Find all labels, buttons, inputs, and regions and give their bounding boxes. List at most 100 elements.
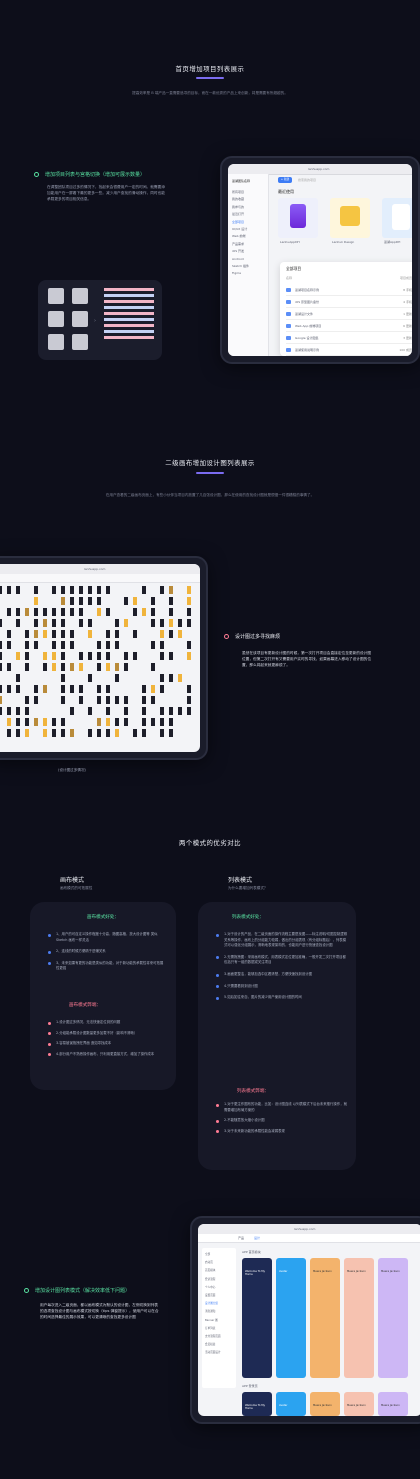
design-thumbnail[interactable]: [169, 597, 173, 605]
design-thumbnail[interactable]: [169, 707, 173, 715]
design-thumbnail[interactable]: [52, 729, 56, 737]
design-thumbnail[interactable]: [7, 707, 11, 715]
design-thumbnail[interactable]: [97, 597, 101, 605]
design-thumbnail[interactable]: [52, 630, 56, 638]
design-thumbnail[interactable]: [115, 630, 119, 638]
design-thumbnail[interactable]: [178, 674, 182, 682]
design-thumbnail[interactable]: [25, 696, 29, 704]
design-thumbnail[interactable]: [52, 718, 56, 726]
design-thumbnail[interactable]: [187, 619, 191, 627]
design-thumbnail[interactable]: [70, 608, 74, 616]
design-card[interactable]: Meera Jackson: [378, 1258, 408, 1378]
design-thumbnail[interactable]: [142, 718, 146, 726]
design-thumbnail[interactable]: [160, 641, 164, 649]
design-thumbnail[interactable]: [142, 729, 146, 737]
design-thumbnail[interactable]: [97, 718, 101, 726]
design-thumbnail[interactable]: [34, 608, 38, 616]
design-thumbnail[interactable]: [25, 641, 29, 649]
design-thumbnail[interactable]: [115, 641, 119, 649]
group-item[interactable]: 活动页面设计: [205, 1350, 221, 1354]
design-thumbnail[interactable]: [106, 685, 110, 693]
design-thumbnail[interactable]: [61, 718, 65, 726]
design-thumbnail[interactable]: [0, 641, 2, 649]
design-thumbnail[interactable]: [142, 586, 146, 594]
design-thumbnail[interactable]: [97, 696, 101, 704]
design-thumbnail[interactable]: [79, 652, 83, 660]
design-thumbnail[interactable]: [79, 597, 83, 605]
design-thumbnail[interactable]: [151, 718, 155, 726]
design-thumbnail[interactable]: [61, 630, 65, 638]
design-thumbnail[interactable]: [70, 707, 74, 715]
design-thumbnail[interactable]: [97, 729, 101, 737]
design-thumbnail[interactable]: [16, 586, 20, 594]
design-thumbnail[interactable]: [115, 619, 119, 627]
design-thumbnail[interactable]: [52, 663, 56, 671]
sidebar-item[interactable]: Sketch 插件: [232, 264, 249, 268]
design-thumbnail[interactable]: [106, 696, 110, 704]
design-thumbnail[interactable]: [16, 674, 20, 682]
group-item[interactable]: 个人中心: [205, 1285, 221, 1289]
design-thumbnail[interactable]: [7, 586, 11, 594]
table-row[interactable]: 蓝湖使用说明示例 100 成员: [286, 344, 412, 356]
design-card[interactable]: Meera Jackson: [344, 1392, 374, 1416]
design-thumbnail[interactable]: [25, 707, 29, 715]
design-thumbnail[interactable]: [79, 619, 83, 627]
design-thumbnail[interactable]: [88, 707, 92, 715]
design-thumbnail[interactable]: [34, 641, 38, 649]
design-thumbnail[interactable]: [133, 729, 137, 737]
design-thumbnail[interactable]: [151, 685, 155, 693]
table-row[interactable]: Web App 前端项目 6 更新: [286, 320, 412, 332]
design-thumbnail[interactable]: [151, 619, 155, 627]
design-thumbnail[interactable]: [88, 674, 92, 682]
design-thumbnail[interactable]: [70, 597, 74, 605]
design-thumbnail[interactable]: [169, 718, 173, 726]
sidebar-item[interactable]: 所有项目: [232, 190, 249, 194]
sidebar-item[interactable]: Web 前端: [232, 234, 249, 238]
design-thumbnail[interactable]: [151, 663, 155, 671]
design-thumbnail[interactable]: [70, 685, 74, 693]
design-thumbnail[interactable]: [52, 641, 56, 649]
design-thumbnail[interactable]: [79, 586, 83, 594]
design-thumbnail[interactable]: [79, 696, 83, 704]
design-thumbnail[interactable]: [43, 608, 47, 616]
design-thumbnail[interactable]: [124, 597, 128, 605]
design-thumbnail[interactable]: [106, 586, 110, 594]
design-thumbnail[interactable]: [124, 619, 128, 627]
design-thumbnail[interactable]: [43, 630, 47, 638]
design-card[interactable]: Meera Jackson: [344, 1258, 374, 1378]
design-thumbnail[interactable]: [25, 663, 29, 671]
design-thumbnail[interactable]: [187, 597, 191, 605]
design-thumbnail[interactable]: [115, 718, 119, 726]
design-thumbnail[interactable]: [0, 619, 2, 627]
design-thumbnail[interactable]: [106, 630, 110, 638]
design-thumbnail[interactable]: [34, 685, 38, 693]
design-thumbnail[interactable]: [70, 663, 74, 671]
design-thumbnail[interactable]: [25, 630, 29, 638]
design-thumbnail[interactable]: [106, 718, 110, 726]
table-row[interactable]: iOS 原型图片备份 4 手机: [286, 296, 412, 308]
table-row[interactable]: Google 设计图集 3 更新: [286, 332, 412, 344]
design-thumbnail[interactable]: [16, 729, 20, 737]
design-card[interactable]: Meera Jackson: [310, 1258, 340, 1378]
design-thumbnail[interactable]: [142, 685, 146, 693]
design-thumbnail[interactable]: [25, 729, 29, 737]
search-input[interactable]: 搜索我的项目: [298, 178, 316, 182]
design-thumbnail[interactable]: [52, 619, 56, 627]
design-thumbnail[interactable]: [61, 641, 65, 649]
design-thumbnail[interactable]: [160, 685, 164, 693]
design-thumbnail[interactable]: [61, 597, 65, 605]
design-thumbnail[interactable]: [70, 729, 74, 737]
design-thumbnail[interactable]: [79, 608, 83, 616]
design-thumbnail[interactable]: [97, 641, 101, 649]
design-card[interactable]: Welcome To My Home: [242, 1392, 272, 1416]
design-thumbnail[interactable]: [16, 685, 20, 693]
design-thumbnail[interactable]: [115, 663, 119, 671]
design-thumbnail[interactable]: [61, 652, 65, 660]
design-thumbnail[interactable]: [88, 630, 92, 638]
design-thumbnail[interactable]: [178, 619, 182, 627]
design-thumbnail[interactable]: [115, 729, 119, 737]
design-thumbnail[interactable]: [187, 608, 191, 616]
design-thumbnail[interactable]: [97, 652, 101, 660]
design-thumbnail[interactable]: [187, 586, 191, 594]
design-thumbnail[interactable]: [160, 674, 164, 682]
